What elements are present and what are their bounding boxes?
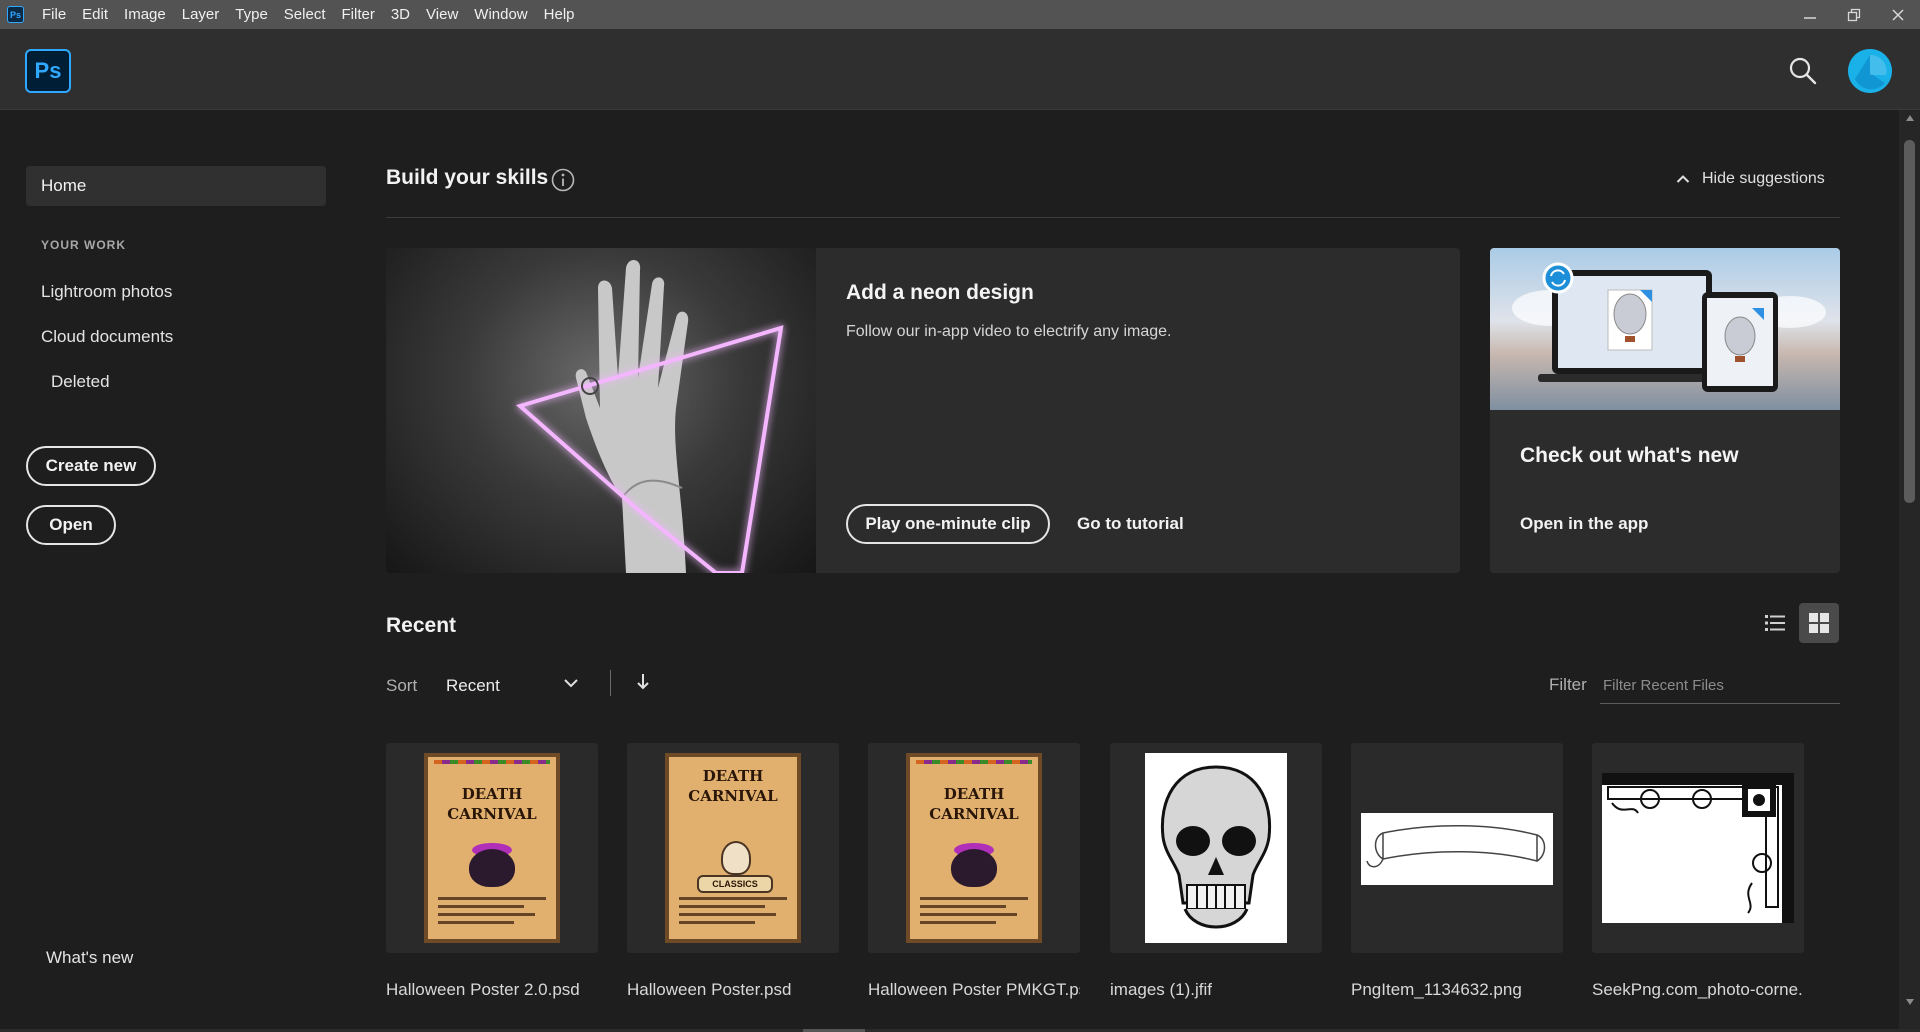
go-to-tutorial-link[interactable]: Go to tutorial: [1077, 514, 1184, 534]
menu-image[interactable]: Image: [116, 0, 174, 29]
hide-suggestions-button[interactable]: Hide suggestions: [1676, 170, 1825, 188]
scroll-up-icon[interactable]: [1899, 114, 1920, 126]
avatar[interactable]: [1848, 49, 1892, 93]
chevron-up-icon: [1676, 175, 1690, 183]
section-title-build-skills: Build your skills: [386, 166, 549, 189]
neon-card-title: Add a neon design: [846, 281, 1034, 304]
recent-file-thumbnail[interactable]: DEATH CARNIVAL CLASSICS: [627, 743, 839, 953]
create-new-label: Create new: [45, 456, 137, 475]
sidebar-item-lightroom-photos[interactable]: Lightroom photos: [41, 282, 172, 302]
open-button[interactable]: Open: [26, 505, 116, 545]
recent-file-name[interactable]: Halloween Poster PMKGT.psd: [868, 980, 1080, 1000]
sidebar-item-label: Home: [41, 176, 87, 195]
photoshop-logo: Ps: [25, 49, 71, 93]
recent-file-name[interactable]: SeekPng.com_photo-corne...: [1592, 980, 1804, 1000]
poster-ribbon-text: CLASSICS: [697, 875, 773, 893]
section-title-recent: Recent: [386, 614, 457, 637]
search-icon[interactable]: [1788, 56, 1818, 86]
scroll-down-icon[interactable]: [1899, 998, 1920, 1010]
menu-type[interactable]: Type: [227, 0, 276, 29]
recent-file-thumbnail[interactable]: [1592, 743, 1804, 953]
section-label-your-work: YOUR WORK: [41, 238, 126, 252]
neon-card-description: Follow our in-app video to electrify any…: [846, 323, 1172, 340]
restore-icon[interactable]: [1832, 0, 1876, 29]
app-icon: Ps: [7, 6, 24, 23]
carnival-poster-image: DEATH CARNIVAL: [906, 753, 1042, 943]
sidebar-item-cloud-documents[interactable]: Cloud documents: [41, 327, 173, 347]
sidebar-item-deleted[interactable]: Deleted: [51, 372, 110, 392]
poster-title-line: DEATH: [702, 767, 764, 785]
devices-balloon-image: [1490, 248, 1840, 410]
menu-file[interactable]: File: [34, 0, 74, 29]
menu-bar: Ps File Edit Image Layer Type Select Fil…: [0, 0, 1920, 29]
play-clip-button[interactable]: Play one-minute clip: [846, 504, 1050, 544]
recent-file-name[interactable]: Halloween Poster 2.0.psd: [386, 980, 598, 1000]
sidebar: Home YOUR WORK Lightroom photos Cloud do…: [0, 110, 350, 1032]
info-icon[interactable]: [551, 168, 575, 192]
chevron-down-icon[interactable]: [562, 674, 580, 692]
sidebar-item-home[interactable]: Home: [26, 166, 326, 206]
recent-file-name[interactable]: PngItem_1134632.png: [1351, 980, 1563, 1000]
app-header: Ps: [0, 29, 1920, 110]
create-new-button[interactable]: Create new: [26, 446, 156, 486]
whats-new-link[interactable]: What's new: [46, 948, 133, 968]
poster-title-line: CARNIVAL: [688, 787, 778, 805]
sort-direction-icon[interactable]: [634, 672, 652, 692]
poster-title-line: CARNIVAL: [929, 805, 1019, 823]
menu-edit[interactable]: Edit: [74, 0, 116, 29]
menu-filter[interactable]: Filter: [334, 0, 383, 29]
divider: [386, 217, 1840, 218]
sort-label: Sort: [386, 676, 418, 695]
whats-new-card[interactable]: Check out what's new Open in the app: [1490, 248, 1840, 573]
recent-file-thumbnail[interactable]: [1110, 743, 1322, 953]
recent-file-name[interactable]: Halloween Poster.psd: [627, 980, 839, 1000]
open-in-app-link[interactable]: Open in the app: [1520, 514, 1648, 534]
hide-suggestions-label: Hide suggestions: [1702, 170, 1825, 187]
play-clip-label: Play one-minute clip: [865, 514, 1031, 533]
recent-file-name[interactable]: images (1).jfif: [1110, 980, 1322, 1000]
ornate-corner-image: [1602, 773, 1794, 923]
menu-3d[interactable]: 3D: [383, 0, 418, 29]
carnival-poster-image: DEATH CARNIVAL CLASSICS: [665, 753, 801, 943]
vertical-scrollbar[interactable]: [1899, 110, 1920, 1032]
banner-scroll-image: [1361, 813, 1553, 885]
carnival-poster-image: DEATH CARNIVAL: [424, 753, 560, 943]
sort-dropdown[interactable]: Recent: [446, 676, 500, 696]
recent-file-thumbnail[interactable]: [1351, 743, 1563, 953]
filter-input[interactable]: [1600, 668, 1840, 704]
open-label: Open: [49, 515, 93, 534]
menu-window[interactable]: Window: [466, 0, 535, 29]
minimize-icon[interactable]: [1788, 0, 1832, 29]
neon-hand-image: [386, 248, 816, 573]
poster-title-line: CARNIVAL: [447, 805, 537, 823]
recent-file-thumbnail[interactable]: DEATH CARNIVAL: [868, 743, 1080, 953]
close-icon[interactable]: [1876, 0, 1920, 29]
scrollbar-thumb[interactable]: [1904, 140, 1915, 503]
window-controls: [1788, 0, 1920, 29]
menu-select[interactable]: Select: [276, 0, 334, 29]
menu-help[interactable]: Help: [536, 0, 583, 29]
skull-drawing-image: [1145, 753, 1287, 943]
poster-title-line: DEATH: [943, 785, 1005, 803]
divider: [610, 670, 611, 696]
whats-new-card-title: Check out what's new: [1520, 444, 1739, 467]
recent-file-thumbnail[interactable]: DEATH CARNIVAL: [386, 743, 598, 953]
poster-title-line: DEATH: [461, 785, 523, 803]
list-view-icon[interactable]: [1755, 603, 1795, 643]
grid-view-icon[interactable]: [1799, 603, 1839, 643]
tutorial-card-neon[interactable]: Add a neon design Follow our in-app vide…: [386, 248, 1460, 573]
filter-label: Filter: [1549, 675, 1587, 694]
menu-layer[interactable]: Layer: [174, 0, 228, 29]
menu-view[interactable]: View: [418, 0, 466, 29]
